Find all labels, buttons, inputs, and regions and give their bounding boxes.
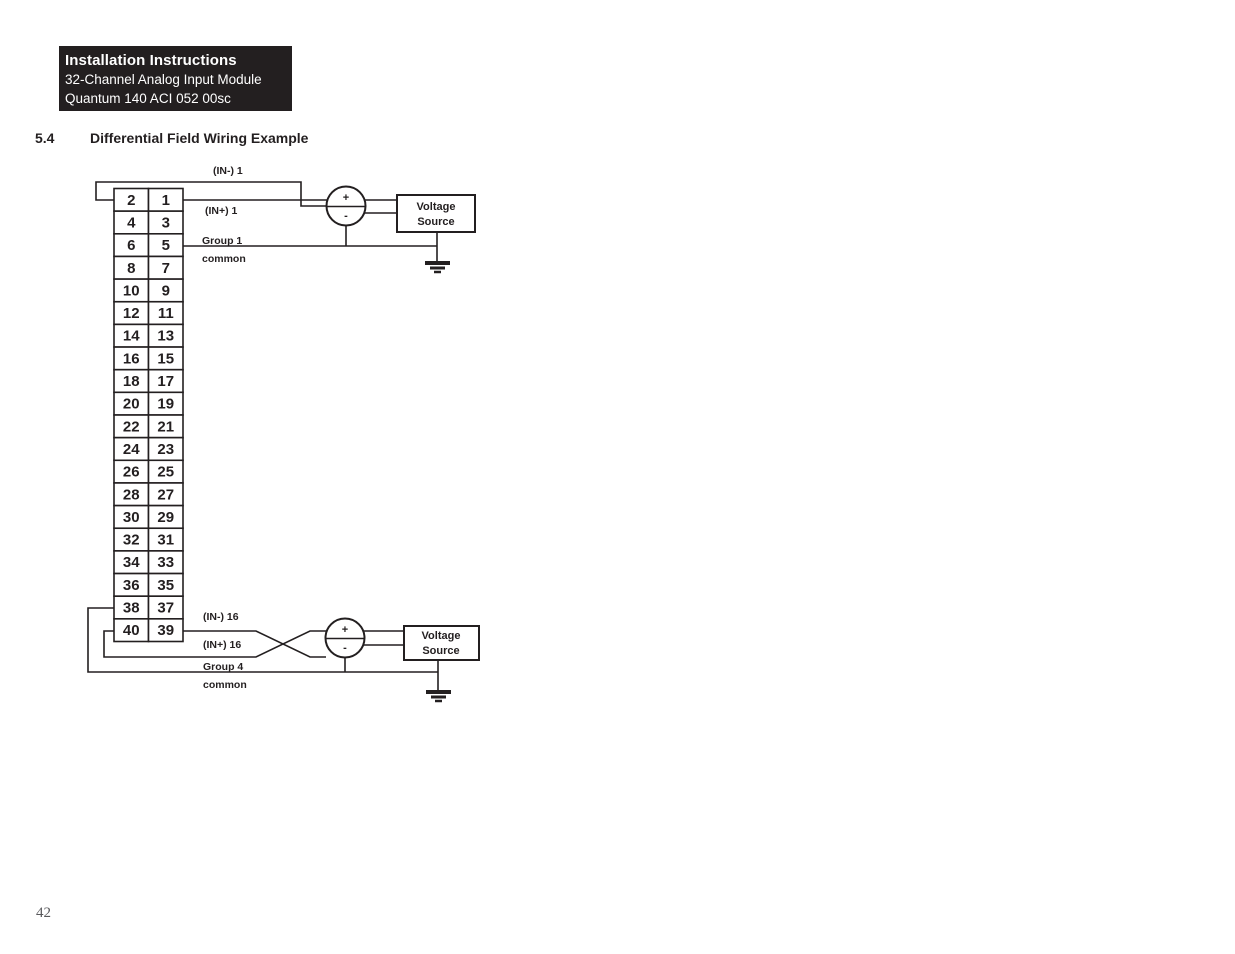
- terminal-number: 12: [123, 305, 140, 322]
- voltage-source-label-top-line1: Voltage: [417, 201, 456, 213]
- terminal-number: 20: [123, 396, 140, 413]
- terminal-number: 8: [127, 260, 135, 277]
- terminal-row: 38 37: [113, 595, 184, 620]
- terminal-number: 32: [123, 532, 140, 549]
- terminal-row: 16 15: [113, 346, 184, 371]
- terminal-number: 37: [157, 600, 174, 617]
- terminal-number: 34: [123, 554, 140, 571]
- terminal-number: 3: [162, 214, 170, 231]
- terminal-row: 12 11: [113, 300, 184, 326]
- terminal-number: 2: [127, 192, 135, 209]
- terminal-number: 24: [123, 441, 140, 458]
- terminal-number: 25: [157, 464, 174, 481]
- terminal-row: 24 23: [113, 436, 184, 462]
- top-voltage-source-symbol: + -: [325, 185, 367, 227]
- terminal-row: 10 9: [113, 278, 184, 303]
- terminal-row: 18 17: [113, 368, 184, 394]
- polarity-minus-bottom: -: [343, 642, 347, 654]
- polarity-minus-top: -: [344, 210, 348, 222]
- polarity-plus-bottom: +: [342, 624, 348, 636]
- terminal-number: 38: [123, 600, 140, 617]
- top-voltage-source-box: Voltage Source: [396, 194, 476, 233]
- terminal-number: 35: [157, 577, 174, 594]
- terminal-number: 9: [162, 282, 170, 299]
- terminal-row: 36 35: [113, 572, 184, 597]
- polarity-plus-top: +: [343, 192, 349, 204]
- terminal-row: 43: [113, 210, 184, 235]
- terminal-number: 11: [158, 305, 174, 322]
- terminal-number: 27: [157, 486, 174, 503]
- voltage-source-label-bottom-line2: Source: [422, 645, 459, 657]
- terminal-row: 40 39: [113, 618, 184, 643]
- terminal-row: 65: [113, 233, 184, 258]
- terminal-number: 28: [123, 486, 140, 503]
- terminal-number: 10: [123, 282, 140, 299]
- voltage-source-label-top-line2: Source: [417, 216, 454, 228]
- terminal-number: 16: [123, 350, 140, 367]
- voltage-source-label-bottom-line1: Voltage: [422, 630, 461, 642]
- terminal-row: 34 33: [113, 550, 184, 575]
- terminal-number: 15: [157, 350, 174, 367]
- terminal-number: 14: [123, 328, 140, 345]
- terminal-number: 23: [157, 441, 174, 458]
- ground-symbol-bottom: [426, 690, 451, 703]
- label-in-minus-1: (IN-) 1: [213, 165, 243, 177]
- terminal-row: 28 27: [113, 482, 184, 507]
- terminal-row: 26 25: [113, 459, 184, 484]
- terminal-number: 30: [123, 509, 140, 526]
- terminal-number: 5: [162, 237, 170, 254]
- terminal-number: 36: [123, 577, 140, 594]
- terminal-block: 2 14 36 58 710 912 1114 1316 1518 1720 1922 2124 232…: [113, 187, 184, 643]
- terminal-number: 40: [123, 622, 140, 639]
- label-group4-common-line2: common: [203, 679, 247, 691]
- terminal-number: 33: [157, 554, 174, 571]
- terminal-number: 26: [123, 464, 140, 481]
- terminal-row: 21: [113, 187, 184, 212]
- label-in-plus-1: (IN+) 1: [205, 205, 238, 217]
- terminal-number: 19: [157, 396, 174, 413]
- terminal-number: 39: [157, 622, 174, 639]
- terminal-row: 22 21: [113, 414, 184, 439]
- label-group4-common-line1: Group 4: [203, 661, 243, 673]
- terminal-number: 17: [157, 373, 174, 390]
- label-group1-common-line2: common: [202, 253, 246, 265]
- terminal-number: 7: [162, 260, 170, 277]
- terminal-number: 1: [162, 192, 170, 209]
- terminal-number: 31: [157, 532, 174, 549]
- label-in-minus-16: (IN-) 16: [203, 611, 239, 623]
- terminal-number: 6: [127, 237, 135, 254]
- ground-symbol-top: [425, 261, 450, 274]
- terminal-number: 13: [157, 328, 174, 345]
- bottom-voltage-source-box: Voltage Source: [403, 625, 480, 661]
- label-in-plus-16: (IN+) 16: [203, 639, 241, 651]
- bottom-voltage-source-symbol: + -: [324, 617, 366, 659]
- terminal-number: 22: [123, 418, 140, 435]
- label-group1-common-line1: Group 1: [202, 235, 242, 247]
- terminal-row: 32 31: [113, 527, 184, 552]
- terminal-number: 18: [123, 373, 140, 390]
- terminal-row: 14 13: [113, 323, 184, 348]
- differential-field-wiring-diagram: 2 14 36 58 710 912 1114 1316 1518 1720 1922 2124 232…: [87, 165, 480, 703]
- terminal-number: 29: [157, 509, 174, 526]
- terminal-row: 30 29: [113, 504, 184, 530]
- page-number: 42: [36, 905, 51, 921]
- terminal-row: 87: [113, 255, 184, 280]
- terminal-row: 20 19: [113, 391, 184, 416]
- terminal-number: 4: [127, 214, 136, 231]
- terminal-number: 21: [157, 418, 174, 435]
